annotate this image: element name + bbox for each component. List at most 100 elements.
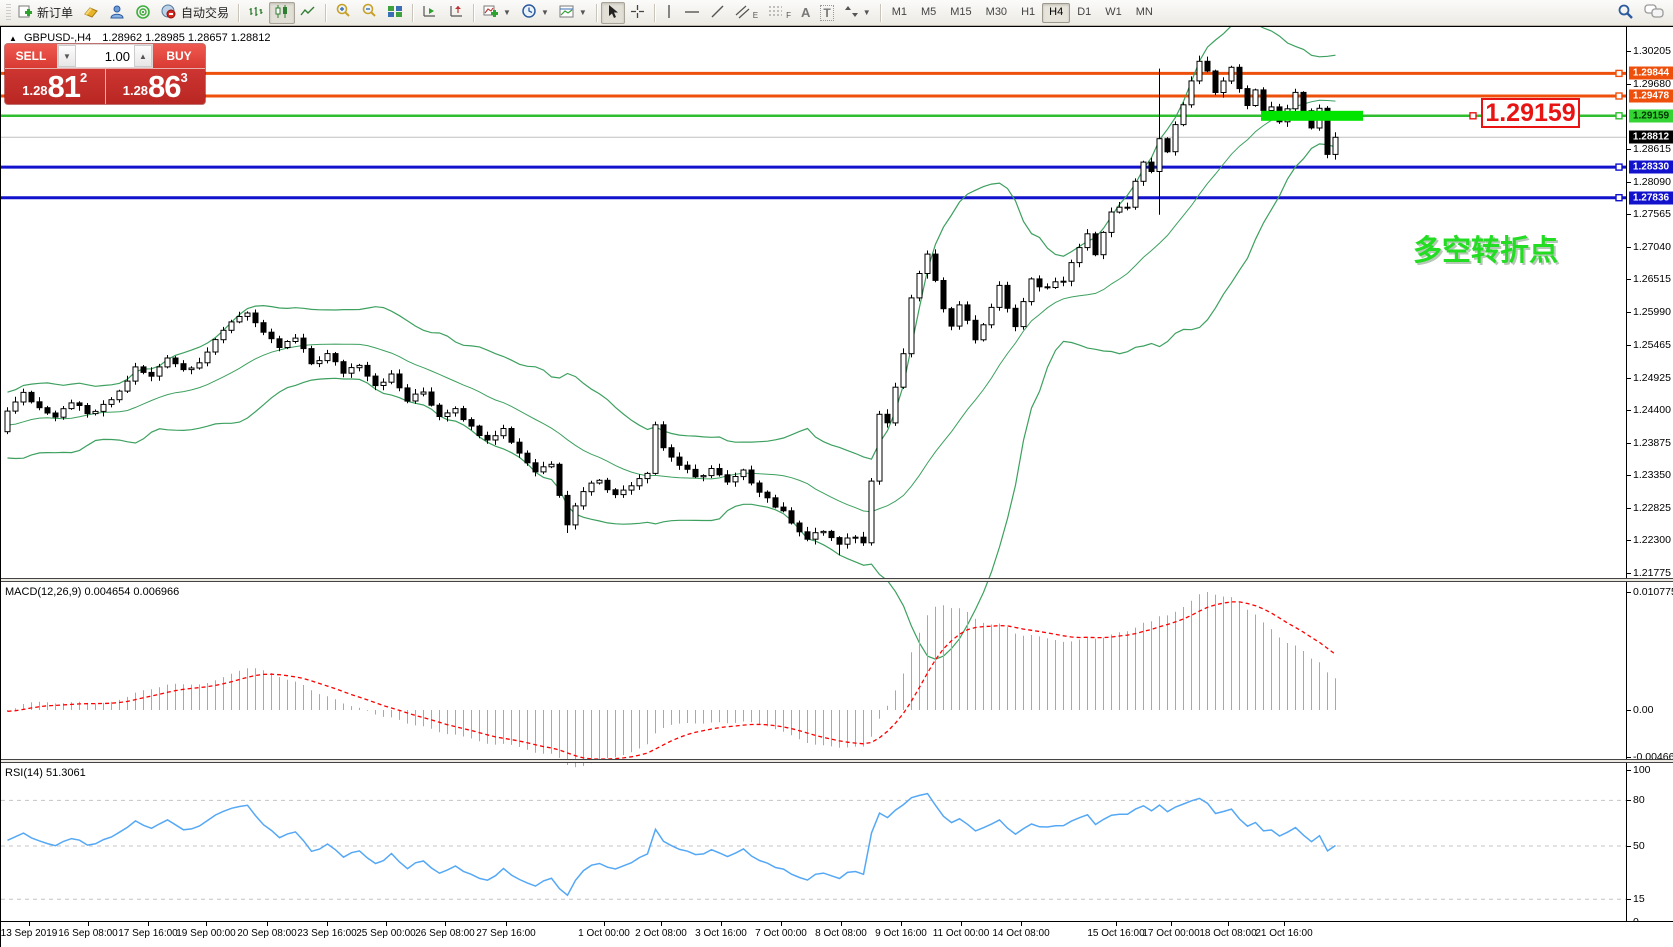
signals-button[interactable] bbox=[130, 2, 156, 24]
axis-tick bbox=[1627, 846, 1631, 847]
fibonacci-letter: F bbox=[786, 11, 791, 20]
volume-increase-button[interactable]: ▲ bbox=[134, 45, 152, 67]
horizontal-line-tool-button[interactable] bbox=[679, 2, 705, 24]
sell-button[interactable]: SELL bbox=[5, 44, 57, 68]
toolbar-drag-handle[interactable] bbox=[6, 4, 11, 22]
line-chart-button[interactable] bbox=[295, 2, 321, 24]
price-tick-label: 1.23350 bbox=[1633, 469, 1671, 481]
templates-icon bbox=[559, 4, 575, 22]
bar-chart-button[interactable] bbox=[243, 2, 269, 24]
time-label: 13 Sep 2019 bbox=[1, 928, 58, 939]
search-button[interactable] bbox=[1612, 2, 1639, 24]
time-label: 3 Oct 16:00 bbox=[695, 928, 747, 939]
indicators-button[interactable]: ▼ bbox=[478, 2, 516, 24]
fibonacci-tool-button[interactable]: F bbox=[763, 2, 796, 24]
chart-canvas[interactable] bbox=[1, 27, 1626, 922]
sell-price-sup: 2 bbox=[80, 71, 87, 84]
arrows-icon bbox=[844, 4, 859, 22]
toolbar: 新订单 自动交易 bbox=[0, 0, 1673, 26]
time-label: 9 Oct 16:00 bbox=[875, 928, 927, 939]
time-label: 17 Oct 00:00 bbox=[1142, 928, 1199, 939]
trendline-tool-button[interactable] bbox=[705, 2, 730, 24]
time-tick bbox=[267, 922, 268, 926]
time-label: 15 Oct 16:00 bbox=[1087, 928, 1144, 939]
sell-price[interactable]: 1.28 81 2 bbox=[5, 69, 105, 104]
volume-input[interactable] bbox=[76, 45, 134, 67]
timeframe-m15-button[interactable]: M15 bbox=[943, 3, 978, 23]
price-tick-label: 1.23875 bbox=[1633, 437, 1671, 449]
timeframe-h4-button[interactable]: H4 bbox=[1042, 3, 1070, 23]
time-tick bbox=[661, 922, 662, 926]
time-tick bbox=[781, 922, 782, 926]
price-callout-box[interactable]: 1.29159 bbox=[1481, 98, 1580, 128]
dropdown-arrow-icon: ▼ bbox=[863, 8, 871, 17]
axis-tick bbox=[1627, 182, 1631, 183]
timeframe-w1-button[interactable]: W1 bbox=[1098, 3, 1129, 23]
crosshair-icon bbox=[630, 4, 645, 22]
text-label-tool-button[interactable]: T bbox=[815, 2, 838, 24]
profile-button[interactable] bbox=[104, 2, 130, 24]
axis-tick bbox=[1627, 508, 1631, 509]
volume-decrease-button[interactable]: ▼ bbox=[58, 45, 76, 67]
buy-button[interactable]: BUY bbox=[153, 44, 205, 68]
arrows-tool-button[interactable]: ▼ bbox=[839, 2, 876, 24]
zoom-out-button[interactable] bbox=[356, 2, 382, 24]
timeframe-h1-button[interactable]: H1 bbox=[1014, 3, 1042, 23]
timeframe-m1-button[interactable]: M1 bbox=[885, 3, 914, 23]
journal-button[interactable] bbox=[78, 2, 104, 24]
price-tick-label: 1.28090 bbox=[1633, 176, 1671, 188]
timeframe-mn-button[interactable]: MN bbox=[1129, 3, 1160, 23]
rsi-axis-label: 50 bbox=[1633, 840, 1645, 852]
vertical-line-icon bbox=[664, 4, 674, 22]
rsi-pane-splitter[interactable] bbox=[1, 759, 1673, 763]
price-level-badge: 1.29159 bbox=[1629, 109, 1673, 122]
time-label: 2 Oct 08:00 bbox=[635, 928, 687, 939]
time-label: 16 Sep 08:00 bbox=[58, 928, 118, 939]
autotrading-button[interactable]: 自动交易 bbox=[156, 2, 234, 24]
price-tick-label: 1.26515 bbox=[1633, 273, 1671, 285]
timeframe-m5-button[interactable]: M5 bbox=[914, 3, 943, 23]
timeframe-m30-button[interactable]: M30 bbox=[979, 3, 1014, 23]
periods-button[interactable]: ▼ bbox=[516, 2, 554, 24]
axis-tick bbox=[1627, 410, 1631, 411]
axis-tick bbox=[1627, 84, 1631, 85]
price-tick-label: 1.25990 bbox=[1633, 306, 1671, 318]
chart-shift-icon bbox=[448, 4, 464, 22]
text-tool-button[interactable]: A bbox=[796, 2, 815, 24]
collapse-triangle-icon[interactable]: ▲ bbox=[9, 34, 17, 43]
turning-point-annotation[interactable]: 多空转折点 bbox=[1413, 227, 1558, 269]
axis-tick bbox=[1627, 770, 1631, 771]
rsi-axis-label: 80 bbox=[1633, 794, 1645, 806]
zoom-out-icon bbox=[361, 3, 377, 22]
templates-button[interactable]: ▼ bbox=[554, 2, 592, 24]
price-tick-label: 1.25465 bbox=[1633, 339, 1671, 351]
channel-tool-button[interactable]: E bbox=[730, 2, 763, 24]
cursor-tool-button[interactable] bbox=[601, 2, 625, 24]
tile-windows-icon bbox=[387, 4, 403, 22]
symbol-period: GBPUSD-,H4 bbox=[24, 32, 91, 44]
tile-windows-button[interactable] bbox=[382, 2, 408, 24]
chat-button[interactable] bbox=[1639, 2, 1669, 24]
time-tick bbox=[445, 922, 446, 926]
time-axis: 13 Sep 201916 Sep 08:0017 Sep 16:0019 Se… bbox=[1, 922, 1673, 947]
price-tick-label: 1.27040 bbox=[1633, 241, 1671, 253]
chart-window: ▲ GBPUSD-,H4 1.28962 1.28985 1.28657 1.2… bbox=[0, 26, 1673, 947]
price-level-badge: 1.28330 bbox=[1629, 161, 1673, 174]
zoom-in-button[interactable] bbox=[330, 2, 356, 24]
time-tick bbox=[386, 922, 387, 926]
new-order-button[interactable]: 新订单 bbox=[13, 2, 78, 24]
axis-tick bbox=[1627, 214, 1631, 215]
macd-pane-splitter[interactable] bbox=[1, 578, 1673, 582]
chart-shift-button[interactable] bbox=[443, 2, 469, 24]
buy-price[interactable]: 1.28 86 3 bbox=[105, 69, 206, 104]
price-tick-label: 1.24925 bbox=[1633, 372, 1671, 384]
cursor-icon bbox=[606, 4, 620, 22]
crosshair-tool-button[interactable] bbox=[625, 2, 650, 24]
auto-scroll-button[interactable] bbox=[417, 2, 443, 24]
vertical-line-tool-button[interactable] bbox=[659, 2, 679, 24]
timeframe-d1-button[interactable]: D1 bbox=[1070, 3, 1098, 23]
candlestick-chart-button[interactable] bbox=[269, 2, 295, 24]
one-click-trading-panel: SELL ▼ ▲ BUY 1.28 81 2 1.28 86 3 bbox=[5, 44, 205, 104]
zoom-in-icon bbox=[335, 3, 351, 22]
time-tick bbox=[327, 922, 328, 926]
